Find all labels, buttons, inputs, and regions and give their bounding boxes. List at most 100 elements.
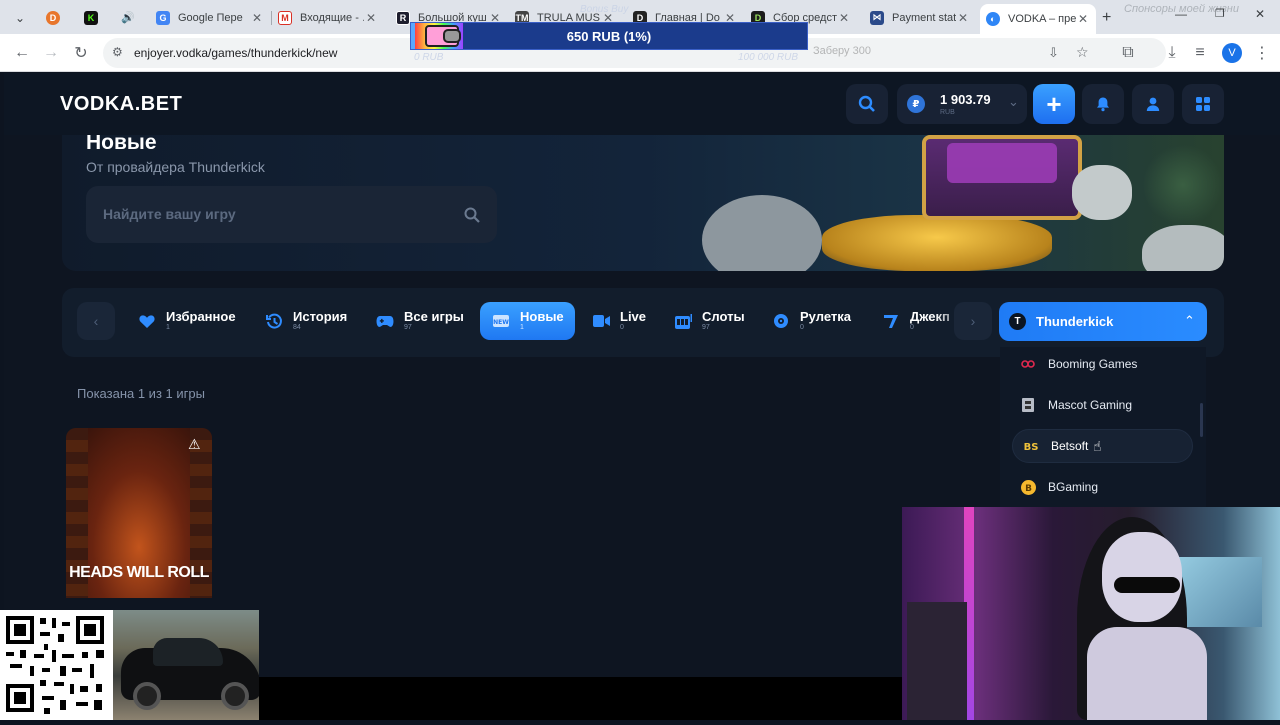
tab-new-active[interactable]: NEW Новые 1 <box>480 302 575 340</box>
extensions-icon[interactable]: ⧉ <box>1117 42 1139 64</box>
scroll-left-button[interactable]: ‹ <box>77 302 115 340</box>
goal-progress-bar: 650 RUB (1%) <box>410 22 808 50</box>
scroll-right-button[interactable]: › <box>954 302 992 340</box>
site-info-icon[interactable]: ⚙ <box>112 45 123 59</box>
vodka-icon: ◐ <box>986 12 1000 26</box>
url-text[interactable]: enjoyer.vodka/games/thunderkick/new <box>134 46 337 60</box>
download-icon[interactable]: ⤓ <box>1161 42 1183 64</box>
back-arrow-icon[interactable]: ← <box>11 42 33 64</box>
car-window <box>153 638 223 666</box>
close-icon[interactable]: ✕ <box>1076 12 1090 26</box>
search-placeholder: Найдите вашу игру <box>103 206 236 222</box>
profile-button[interactable] <box>1132 84 1174 124</box>
tab-search-dropdown[interactable]: ⌄ <box>10 5 32 30</box>
tab-kick[interactable]: K <box>78 5 112 30</box>
mascot-gaming-icon <box>1020 397 1036 413</box>
deposit-button[interactable]: + <box>1033 84 1075 124</box>
tab-label: Избранное <box>166 309 236 324</box>
plus-icon: + <box>1046 89 1062 119</box>
tab-gmail[interactable]: M Входящие - … ✕ <box>272 5 384 30</box>
jackpot-icon <box>882 312 900 330</box>
new-tab-plus-icon[interactable]: + <box>1102 9 1111 27</box>
game-title: HEADS WILL ROLL <box>69 564 209 581</box>
close-icon[interactable]: ✕ <box>364 11 378 25</box>
search-icon[interactable] <box>464 207 480 223</box>
thunderkick-logo-icon: T <box>1009 313 1026 330</box>
tab-count: 84 <box>293 324 301 331</box>
booming-games-icon <box>1020 356 1036 372</box>
bookmark-star-icon[interactable]: ☆ <box>1076 44 1089 61</box>
close-window-icon[interactable]: ✕ <box>1255 7 1265 21</box>
site-logo[interactable]: VODKA.BET <box>60 93 182 116</box>
close-icon[interactable]: ✕ <box>250 11 264 25</box>
tab-count: 1 <box>166 324 170 331</box>
tab-history[interactable]: История 84 <box>265 302 347 340</box>
provider-option-hovered[interactable]: BS Betsoft ☝ <box>1012 429 1193 463</box>
close-icon[interactable]: ✕ <box>837 11 851 25</box>
bgaming-icon: B <box>1020 479 1036 495</box>
warning-icon[interactable]: ⚠ <box>188 436 201 453</box>
heart-icon <box>138 312 156 330</box>
install-app-icon[interactable]: ⇩ <box>1048 45 1059 61</box>
chevron-down-icon: ⌄ <box>15 10 26 25</box>
streamer-body <box>1087 627 1207 720</box>
roulette-icon <box>772 312 790 330</box>
user-icon <box>1146 97 1160 111</box>
game-search-field[interactable]: Найдите вашу игру <box>86 186 497 243</box>
menu-button[interactable] <box>1182 84 1224 124</box>
more-menu-icon[interactable]: ⋮ <box>1251 42 1273 64</box>
tab-google-translate[interactable]: G Google Пере ✕ <box>150 5 270 30</box>
tab-payment[interactable]: ⋈ Payment stat ✕ <box>864 5 976 30</box>
minimize-icon[interactable]: — <box>1175 7 1187 21</box>
payment-icon: ⋈ <box>870 10 884 25</box>
chevron-right-icon: › <box>970 313 976 329</box>
balance-currency: RUB <box>940 109 955 116</box>
forward-arrow-icon[interactable]: → <box>40 42 62 64</box>
svg-text:NEW: NEW <box>493 319 509 326</box>
sunglasses <box>1114 577 1180 593</box>
game-card[interactable]: ⚠ HEADS WILL ROLL <box>66 428 212 598</box>
tab-all-games[interactable]: Все игры 97 <box>376 302 464 340</box>
hand-cursor-icon: ☝ <box>1093 438 1102 454</box>
tab-label: Live <box>620 309 647 324</box>
provider-select[interactable]: T Thunderkick ⌃ <box>999 302 1207 341</box>
car-wheel <box>133 682 161 710</box>
provider-option[interactable]: Booming Games <box>1012 347 1193 381</box>
tab-title: VODKA – пре <box>1008 13 1076 25</box>
media-control-icon[interactable]: ≡ <box>1189 42 1211 64</box>
provider-selected: Thunderkick <box>1036 314 1114 329</box>
tab-title: Payment stat <box>892 11 956 24</box>
notifications-button[interactable] <box>1082 84 1124 124</box>
tab-live[interactable]: Live 0 <box>592 302 646 340</box>
tab-vodka-active[interactable]: ◐ VODKA – пре ✕ <box>980 4 1096 34</box>
car-photo <box>113 610 259 720</box>
search-button[interactable] <box>846 84 888 124</box>
tab-slots[interactable]: Слоты 97 <box>674 302 745 340</box>
provider-option[interactable]: Mascot Gaming <box>1012 388 1193 422</box>
dropdown-scrollbar[interactable] <box>1200 403 1203 437</box>
balance-amount: 1 903.79 <box>940 92 991 107</box>
balance-widget[interactable]: ₽ 1 903.79 RUB ⌄ <box>897 84 1027 124</box>
history-icon <box>265 312 283 330</box>
reload-icon[interactable]: ↻ <box>70 42 92 64</box>
tab-favorites[interactable]: Избранное 1 <box>138 302 236 340</box>
close-icon[interactable]: ✕ <box>956 11 970 25</box>
tab-title: Входящие - … <box>300 11 364 24</box>
goal-label: Bonus Buy <box>580 4 629 15</box>
profile-avatar[interactable]: V <box>1222 43 1242 63</box>
overlay-black-strip <box>259 677 902 720</box>
provider-option[interactable]: B BGaming <box>1012 470 1193 504</box>
tab-roulette[interactable]: Рулетка 0 <box>772 302 851 340</box>
tab-count: 97 <box>404 324 412 331</box>
bell-icon <box>1097 97 1109 112</box>
provider-option-label: BGaming <box>1048 480 1099 494</box>
goal-max: 100 000 RUB <box>738 52 799 63</box>
site-r-icon: R <box>396 10 410 25</box>
live-icon <box>592 312 610 330</box>
slots-icon <box>674 312 692 330</box>
tab-label: История <box>293 309 348 324</box>
tab-duckduckgo[interactable]: D <box>40 5 72 30</box>
tab-title: Google Пере <box>178 11 243 24</box>
maximize-icon[interactable]: ❐ <box>1215 7 1225 20</box>
tab-audio[interactable]: 🔊 <box>115 5 149 30</box>
